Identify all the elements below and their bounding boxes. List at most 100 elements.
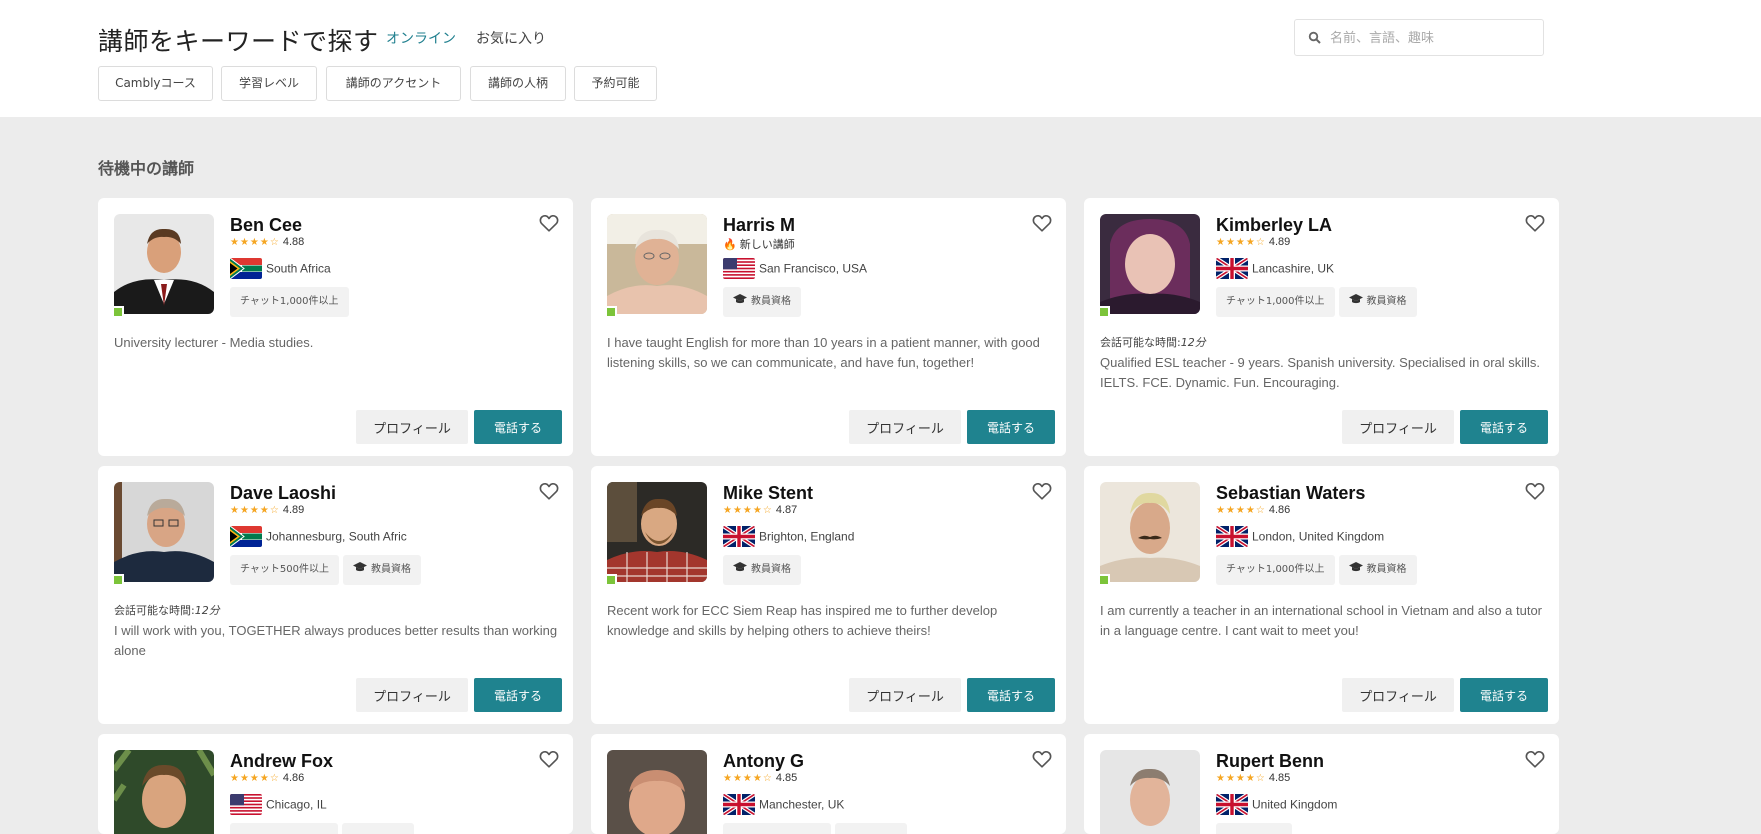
favorite-heart-icon[interactable] — [1524, 212, 1546, 234]
favorite-heart-icon[interactable] — [538, 212, 560, 234]
stars-icon: ★★★★☆ — [723, 773, 773, 784]
stars-icon: ★★★★☆ — [230, 237, 280, 248]
qualification-badge — [835, 823, 907, 834]
top-bar: 講師をキーワードで探す オンライン お気に入り Camblyコース 学習レベル … — [0, 0, 1761, 117]
avatar[interactable] — [607, 214, 707, 314]
location: Johannesburg, South Afric — [230, 526, 407, 547]
tutor-name[interactable]: Dave Laoshi — [230, 483, 336, 504]
location: Chicago, IL — [230, 794, 327, 815]
profile-button[interactable]: プロフィール — [849, 410, 961, 444]
tutor-card[interactable]: Mike Stent ★★★★☆ 4.87 Brighton, England 教… — [591, 466, 1066, 724]
search-icon — [1308, 31, 1321, 44]
favorite-heart-icon[interactable] — [1031, 748, 1053, 770]
tab-favorites[interactable]: お気に入り — [476, 28, 546, 48]
tutor-description: 会話可能な時間:12分 I will work with you, TOGETHE… — [114, 601, 559, 661]
avatar[interactable] — [1100, 214, 1200, 314]
tutor-card[interactable]: Rupert Benn ★★★★☆ 4.85 United Kingdom — [1084, 734, 1559, 834]
location: London, United Kingdom — [1216, 526, 1384, 547]
talk-time: 会話可能な時間:12分 — [1100, 336, 1206, 349]
qualification-badge: 教員資格 — [343, 555, 421, 585]
graduation-cap-icon — [733, 562, 747, 572]
chat-count-badge: チャット1,000件以上 — [1216, 555, 1335, 585]
location: Lancashire, UK — [1216, 258, 1334, 279]
filter-accent[interactable]: 講師のアクセント — [326, 66, 461, 101]
usa-flag-icon — [230, 794, 262, 815]
online-indicator — [1098, 574, 1110, 586]
favorite-heart-icon[interactable] — [1524, 480, 1546, 502]
call-button[interactable]: 電話する — [967, 678, 1055, 712]
tutor-description: I have taught English for more than 10 y… — [607, 335, 1040, 370]
favorite-heart-icon[interactable] — [538, 480, 560, 502]
rating: ★★★★☆ 4.86 — [1216, 504, 1291, 516]
call-button[interactable]: 電話する — [474, 678, 562, 712]
profile-button[interactable]: プロフィール — [356, 410, 468, 444]
tutor-name[interactable]: Andrew Fox — [230, 751, 333, 772]
call-button[interactable]: 電話する — [967, 410, 1055, 444]
usa-flag-icon — [723, 258, 755, 279]
online-indicator — [605, 306, 617, 318]
tutor-card[interactable]: Antony G ★★★★☆ 4.85 Manchester, UK — [591, 734, 1066, 834]
tutor-description: Recent work for ECC Siem Reap has inspir… — [607, 603, 998, 638]
avatar[interactable] — [607, 482, 707, 582]
tutor-name[interactable]: Sebastian Waters — [1216, 483, 1365, 504]
profile-button[interactable]: プロフィール — [356, 678, 468, 712]
graduation-cap-icon — [733, 294, 747, 304]
favorite-heart-icon[interactable] — [1031, 212, 1053, 234]
location: San Francisco, USA — [723, 258, 867, 279]
tab-online[interactable]: オンライン — [386, 28, 456, 48]
location: Manchester, UK — [723, 794, 844, 815]
location: South Africa — [230, 258, 331, 279]
uk-flag-icon — [723, 794, 755, 815]
filter-cambly-course[interactable]: Camblyコース — [98, 66, 213, 101]
avatar[interactable] — [1100, 482, 1200, 582]
tutor-description: University lecturer - Media studies. — [114, 335, 314, 350]
tutor-card[interactable]: Harris M 🔥 新しい講師 San Francisco, USA 教員資格… — [591, 198, 1066, 456]
avatar[interactable] — [114, 482, 214, 582]
profile-button[interactable]: プロフィール — [1342, 678, 1454, 712]
tutor-name[interactable]: Antony G — [723, 751, 804, 772]
tutor-card[interactable]: Kimberley LA ★★★★☆ 4.89 Lancashire, UK チャ… — [1084, 198, 1559, 456]
stars-icon: ★★★★☆ — [1216, 505, 1266, 516]
avatar[interactable] — [607, 750, 707, 834]
south-africa-flag-icon — [230, 258, 262, 279]
tutor-card[interactable]: Andrew Fox ★★★★☆ 4.86 Chicago, IL — [98, 734, 573, 834]
tutor-name[interactable]: Rupert Benn — [1216, 751, 1324, 772]
tutor-name[interactable]: Harris M — [723, 215, 795, 236]
south-africa-flag-icon — [230, 526, 262, 547]
favorite-heart-icon[interactable] — [1524, 748, 1546, 770]
tutor-name[interactable]: Ben Cee — [230, 215, 302, 236]
uk-flag-icon — [1216, 526, 1248, 547]
chat-count-badge: チャット1,000件以上 — [1216, 287, 1335, 317]
favorite-heart-icon[interactable] — [1031, 480, 1053, 502]
filter-level[interactable]: 学習レベル — [221, 66, 317, 101]
rating: 🔥 新しい講師 — [723, 238, 795, 251]
favorite-heart-icon[interactable] — [538, 748, 560, 770]
filter-available[interactable]: 予約可能 — [574, 66, 657, 101]
avatar[interactable] — [114, 214, 214, 314]
graduation-cap-icon — [1349, 562, 1363, 572]
profile-button[interactable]: プロフィール — [849, 678, 961, 712]
tutor-card[interactable]: Sebastian Waters ★★★★☆ 4.86 London, Unite… — [1084, 466, 1559, 724]
profile-button[interactable]: プロフィール — [1342, 410, 1454, 444]
call-button[interactable]: 電話する — [1460, 410, 1548, 444]
online-indicator — [112, 574, 124, 586]
search-box[interactable] — [1294, 19, 1544, 56]
qualification-badge: 教員資格 — [723, 555, 801, 585]
call-button[interactable]: 電話する — [1460, 678, 1548, 712]
online-indicator — [605, 574, 617, 586]
tutor-card[interactable]: Dave Laoshi ★★★★☆ 4.89 Johannesburg, Sout… — [98, 466, 573, 724]
chat-count-badge: チャット1,000件以上 — [230, 287, 349, 317]
tutor-name[interactable]: Mike Stent — [723, 483, 813, 504]
location: United Kingdom — [1216, 794, 1337, 815]
qualification-badge: 教員資格 — [723, 287, 801, 317]
avatar[interactable] — [114, 750, 214, 834]
tutor-name[interactable]: Kimberley LA — [1216, 215, 1332, 236]
filter-personality[interactable]: 講師の人柄 — [470, 66, 566, 101]
graduation-cap-icon — [353, 562, 367, 572]
tutor-card[interactable]: Ben Cee ★★★★☆ 4.88 South Africa チャット1,000… — [98, 198, 573, 456]
page-title: 講師をキーワードで探す — [98, 27, 379, 56]
avatar[interactable] — [1100, 750, 1200, 834]
search-input[interactable] — [1330, 27, 1530, 49]
call-button[interactable]: 電話する — [474, 410, 562, 444]
online-indicator — [1098, 306, 1110, 318]
